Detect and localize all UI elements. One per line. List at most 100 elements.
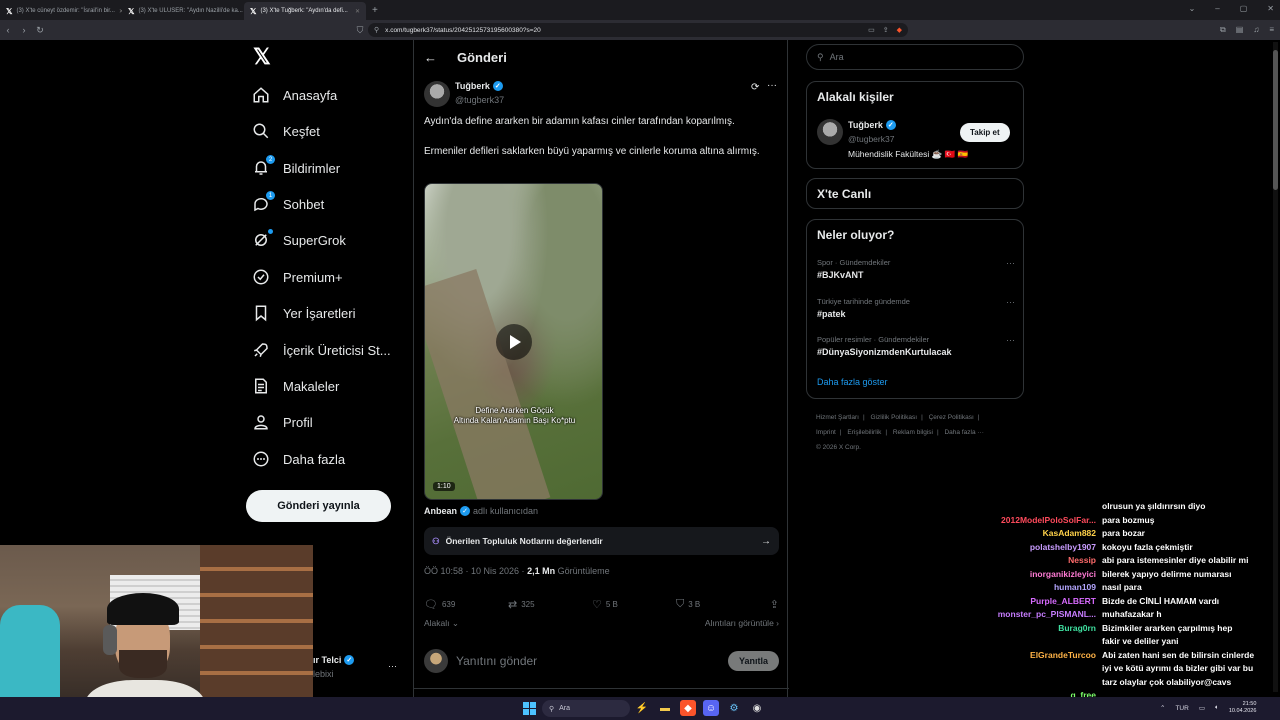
reload-icon[interactable]: ↻: [32, 25, 48, 36]
video-attribution[interactable]: Anbean ✓ adlı kullanıcıdan: [424, 506, 538, 516]
sidebar-item-more[interactable]: Daha fazla: [252, 446, 345, 472]
related-handle[interactable]: @tugberk37: [848, 134, 894, 144]
play-button[interactable]: [496, 324, 532, 360]
sidebar-item-supergrok[interactable]: SuperGrok: [252, 227, 346, 253]
author-name[interactable]: Tuğberk ✓: [455, 81, 503, 91]
chat-username[interactable]: [990, 635, 1102, 649]
account-switcher-name[interactable]: ır Telci ✓: [313, 655, 355, 665]
reply-input[interactable]: Yanıtını gönder: [456, 654, 537, 668]
community-notes-button[interactable]: ⚇ Önerilen Topluluk Notlarını değerlendi…: [424, 527, 779, 555]
footer-link[interactable]: Hizmet Şartları: [816, 414, 859, 421]
view-quotes-link[interactable]: Alıntıları görüntüle ›: [705, 618, 779, 629]
bookmark-page-icon[interactable]: ⛉: [352, 25, 368, 36]
chat-username[interactable]: Burag0rn: [990, 622, 1102, 636]
footer-link[interactable]: Gizlilik Politikası: [871, 414, 918, 421]
close-tab-icon[interactable]: ✕: [355, 8, 360, 15]
media-icon[interactable]: ♫: [1253, 25, 1259, 35]
reply-action[interactable]: 🗨︎ 639: [424, 598, 508, 611]
chat-username[interactable]: [990, 500, 1102, 514]
chat-username[interactable]: KasAdam882: [990, 527, 1102, 541]
grok-explain-icon[interactable]: ⟳: [751, 82, 759, 93]
game-app-icon[interactable]: ⚡: [634, 700, 650, 716]
brave-shield-icon[interactable]: ◆: [897, 26, 902, 34]
chat-username[interactable]: ElGrandeTurcoo: [990, 649, 1102, 663]
footer-link[interactable]: Çerez Politikası: [929, 414, 974, 421]
author-avatar[interactable]: [424, 81, 450, 107]
show-more-link[interactable]: Daha fazla göster: [817, 377, 888, 387]
minimize-icon[interactable]: –: [1215, 4, 1219, 13]
screen-cast-icon[interactable]: ▭: [868, 26, 875, 34]
sidebar-item-notifications[interactable]: 2 Bildirimler: [252, 155, 340, 181]
lang-indicator[interactable]: TUR: [1175, 705, 1188, 712]
network-icon[interactable]: ▭: [1199, 704, 1205, 712]
sidebar-item-home[interactable]: Anasayfa: [252, 82, 337, 108]
back-nav-icon[interactable]: ‹: [0, 25, 16, 35]
share-page-icon[interactable]: ⇪: [883, 26, 889, 34]
site-info-icon[interactable]: ⚲: [374, 26, 379, 34]
more-options-icon[interactable]: ···: [1006, 335, 1015, 345]
x-logo-icon[interactable]: 𝕏: [253, 46, 273, 68]
more-options-icon[interactable]: ···: [1006, 297, 1015, 307]
start-button[interactable]: [523, 702, 536, 715]
extensions-icon[interactable]: ⧉: [1220, 25, 1226, 35]
related-name[interactable]: Tuğberk ✓: [848, 120, 896, 130]
address-bar[interactable]: ⚲ x.com/tugberk37/status/204251257319560…: [368, 23, 908, 37]
browser-tab[interactable]: 𝕏 (3) X'te cüneyt özdemir: "İsrail'in bir…: [0, 2, 122, 20]
post-button[interactable]: Gönderi yayınla: [246, 490, 391, 522]
clock[interactable]: 21:50 10.04.2026: [1229, 701, 1257, 715]
scrollbar-thumb[interactable]: [1273, 50, 1278, 190]
maximize-icon[interactable]: ▢: [1240, 4, 1248, 13]
trend-item[interactable]: Türkiye tarihinde gündemde #patek ···: [817, 297, 1015, 319]
steam-icon[interactable]: ⚙: [726, 700, 742, 716]
sidebar-item-chat[interactable]: 1 Sohbet: [252, 191, 324, 217]
sidebar-item-explore[interactable]: Keşfet: [252, 118, 320, 144]
sidebar-item-bookmarks[interactable]: Yer İşaretleri: [252, 300, 356, 326]
trend-item[interactable]: Popüler resimler · Gündemdekiler #DünyaS…: [817, 335, 1015, 357]
x-live-card[interactable]: X'te Canlı: [806, 178, 1024, 209]
folder-icon[interactable]: ▬: [657, 700, 673, 716]
sidebar-item-creator-studio[interactable]: İçerik Üreticisi St...: [252, 337, 391, 363]
chat-username[interactable]: Purple_ALBERT: [990, 595, 1102, 609]
tab-list-icon[interactable]: ⌄: [1189, 4, 1196, 13]
chat-username[interactable]: [990, 662, 1102, 676]
volume-icon[interactable]: 🔈︎: [1215, 704, 1219, 712]
footer-link[interactable]: Imprint: [816, 429, 836, 436]
related-avatar[interactable]: [817, 119, 843, 145]
chat-username[interactable]: [990, 676, 1102, 690]
sidebar-item-premium[interactable]: Premium+: [252, 264, 343, 290]
chat-username[interactable]: inorganikizleyici: [990, 568, 1102, 582]
browser-tab-active[interactable]: 𝕏 (3) X'te Tuğberk: "Aydın'da defi... ✕: [244, 2, 366, 20]
menu-icon[interactable]: ≡: [1269, 25, 1274, 35]
new-tab-button[interactable]: +: [372, 5, 378, 16]
post-video[interactable]: Define Ararken Göçük Altında Kalan Adamı…: [424, 183, 603, 500]
chat-username[interactable]: 2012ModelPoloSolFar...: [990, 514, 1102, 528]
browser-tab[interactable]: 𝕏 (3) X'te ULUSER: "Aydın Nazilli'de ka..…: [122, 2, 244, 20]
share-icon[interactable]: ⇪: [770, 598, 779, 611]
chat-username[interactable]: monster_pc_PISMANL...: [990, 608, 1102, 622]
brave-browser-icon[interactable]: ◆: [680, 700, 696, 716]
sidebar-item-articles[interactable]: Makaleler: [252, 373, 339, 399]
reply-button[interactable]: Yanıtla: [727, 651, 779, 671]
forward-nav-icon[interactable]: ›: [16, 25, 32, 35]
footer-link[interactable]: Daha fazla ···: [944, 429, 983, 436]
close-window-icon[interactable]: ✕: [1267, 4, 1274, 13]
footer-link[interactable]: Erişilebilirlik: [847, 429, 881, 436]
follow-button[interactable]: Takip et: [960, 123, 1010, 142]
like-action[interactable]: ♡ 5 B: [592, 598, 676, 611]
footer-link[interactable]: Reklam bilgisi: [893, 429, 933, 436]
chat-username[interactable]: Nessip: [990, 554, 1102, 568]
more-options-icon[interactable]: ···: [767, 80, 777, 91]
back-arrow-icon[interactable]: ←: [424, 50, 437, 65]
repost-action[interactable]: ⇄ 325: [508, 598, 592, 611]
sidebar-item-profile[interactable]: Profil: [252, 409, 313, 435]
sidebar-toggle-icon[interactable]: ▤: [1236, 25, 1244, 35]
taskbar-search[interactable]: ⚲ Ara: [542, 700, 630, 717]
discord-icon[interactable]: ☺: [703, 700, 719, 716]
obs-icon[interactable]: ◉: [749, 700, 765, 716]
search-input[interactable]: ⚲ Ara: [806, 44, 1024, 70]
sort-dropdown[interactable]: Alakalı ⌄: [424, 618, 459, 629]
bookmark-action[interactable]: ⛉ 3 B: [676, 598, 760, 611]
tray-expand-icon[interactable]: ⌃: [1160, 704, 1165, 712]
more-options-icon[interactable]: ···: [1006, 258, 1015, 268]
chat-username[interactable]: human109: [990, 581, 1102, 595]
